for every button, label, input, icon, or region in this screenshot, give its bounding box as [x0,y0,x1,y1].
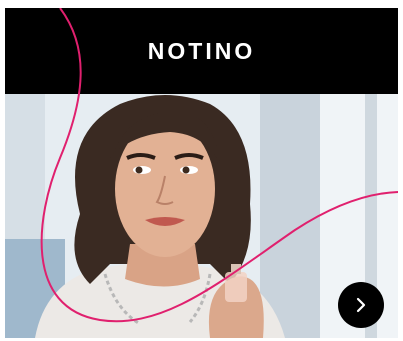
ad-header: NOTINO [5,8,398,94]
notino-ad-banner[interactable]: NOTINO [5,8,398,338]
brand-logo: NOTINO [147,37,256,64]
chevron-right-icon [356,297,366,313]
next-button[interactable] [338,282,384,328]
